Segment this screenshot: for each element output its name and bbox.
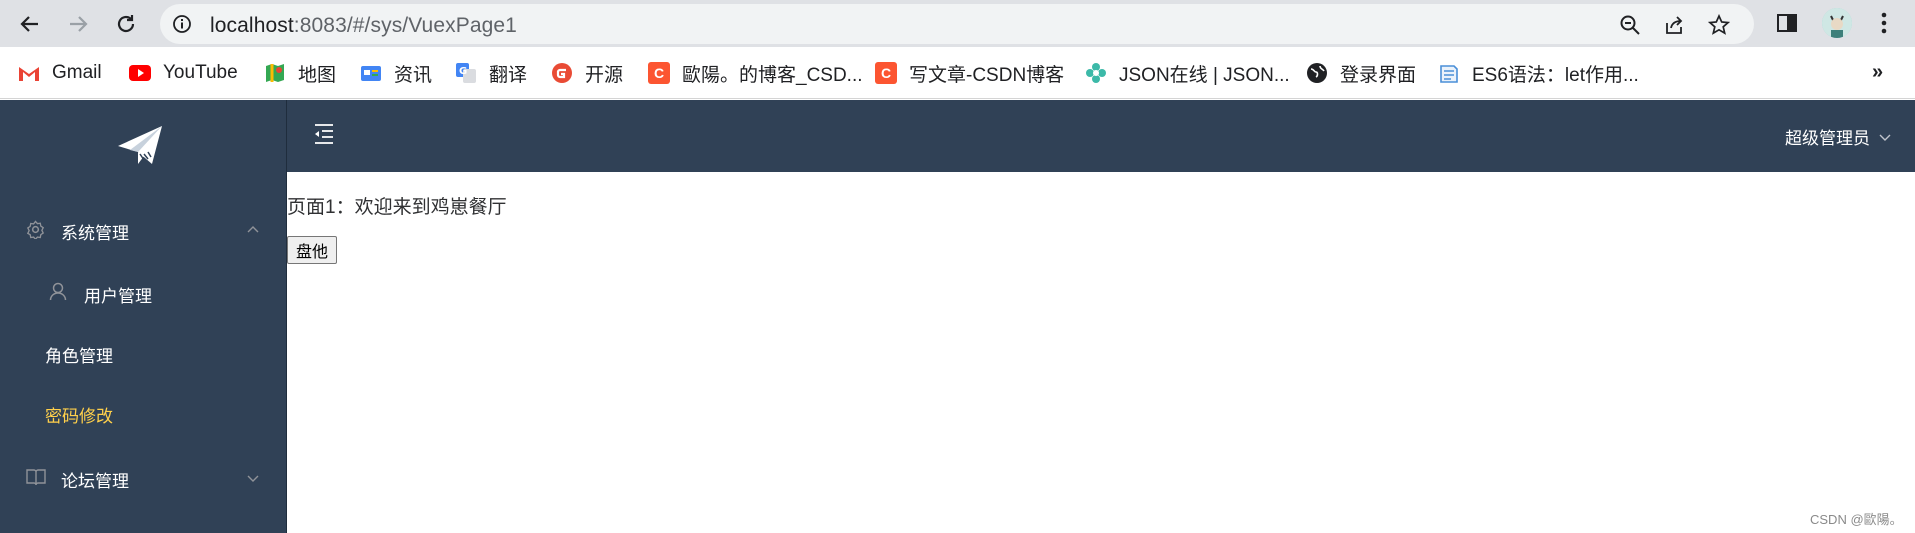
json-icon — [1085, 62, 1107, 84]
bookmark-label: Gmail — [52, 62, 102, 83]
bookmark-gitee[interactable]: 开源 — [551, 60, 623, 86]
sidebar-item-label: 用户管理 — [84, 287, 152, 306]
pan-button[interactable]: 盘他 — [287, 236, 338, 264]
chevron-down-icon[interactable] — [1879, 129, 1891, 147]
bookmark-label: ES6语法：let作用... — [1472, 64, 1639, 86]
translate-icon: G — [455, 62, 477, 84]
sidebar: 系统管理 用户管理 角色管理 密码修改 论坛管理 — [0, 100, 287, 533]
bookmark-youtube[interactable]: YouTube — [129, 60, 238, 86]
top-navbar: 超级管理员 — [287, 100, 1915, 172]
back-button[interactable] — [14, 8, 46, 40]
sidebar-item-label-active: 密码修改 — [45, 407, 113, 426]
csdn-icon: C — [875, 62, 897, 84]
url-path: :8083/#/sys/VuexPage1 — [293, 14, 517, 37]
profile-avatar[interactable] — [1822, 8, 1852, 38]
news-icon — [360, 62, 382, 84]
globe-icon — [1306, 62, 1328, 84]
sidebar-item-password-change[interactable]: 密码修改 — [0, 387, 287, 437]
sidebar-item-label: 角色管理 — [45, 347, 113, 366]
site-info-icon[interactable] — [172, 14, 192, 39]
bookmark-label: 资讯 — [394, 64, 433, 86]
browser-toolbar: localhost:8083/#/sys/VuexPage1 — [0, 0, 1915, 47]
bookmark-label: 翻译 — [489, 64, 528, 86]
address-bar[interactable]: localhost:8083/#/sys/VuexPage1 — [160, 4, 1754, 44]
bookmark-label: YouTube — [163, 62, 238, 83]
sidebar-item-user-management[interactable]: 用户管理 — [0, 267, 287, 317]
reload-icon — [117, 15, 135, 33]
url-host: localhost — [210, 14, 294, 37]
bookmark-label: JSON在线 | JSON... — [1119, 64, 1290, 86]
bookmark-label: 登录界面 — [1340, 64, 1417, 86]
menu-label: 论坛管理 — [61, 472, 129, 491]
user-dropdown-label[interactable]: 超级管理员 — [1785, 124, 1870, 149]
menu-kebab-icon[interactable] — [1870, 9, 1898, 37]
bookmark-translate[interactable]: G 翻译 — [455, 60, 527, 86]
chevron-up-icon — [246, 222, 260, 242]
book-icon — [26, 468, 46, 491]
reload-button[interactable] — [110, 8, 142, 40]
bookmark-es6[interactable]: ES6语法：let作用... — [1438, 60, 1639, 86]
bookmark-star-icon[interactable] — [1707, 13, 1731, 37]
chevron-down-icon — [246, 470, 260, 490]
welcome-text: 页面1：欢迎来到鸡崽餐厅 — [287, 197, 507, 218]
bookmarks-bar: Gmail YouTube 地图 资讯 G 翻译 开源 C 歐陽。的博客_CSD.… — [0, 47, 1915, 99]
bookmark-json[interactable]: JSON在线 | JSON... — [1085, 60, 1290, 86]
youtube-icon — [129, 62, 151, 84]
bookmark-csdn-write[interactable]: C 写文章-CSDN博客 — [875, 60, 1064, 86]
share-icon[interactable] — [1662, 13, 1686, 37]
logo-paper-plane-icon — [116, 124, 164, 173]
bookmark-label: 写文章-CSDN博客 — [909, 64, 1065, 86]
gmail-icon — [18, 62, 40, 84]
url-text[interactable]: localhost:8083/#/sys/VuexPage1 — [210, 14, 517, 38]
bookmark-label: 歐陽。的博客_CSD... — [682, 64, 863, 86]
menu-forum-management[interactable]: 论坛管理 — [0, 449, 287, 505]
forward-button[interactable] — [62, 8, 94, 40]
user-icon — [49, 282, 67, 306]
maps-icon — [264, 62, 286, 84]
main-content: 页面1：欢迎来到鸡崽餐厅 盘他 CSDN @歐陽。 — [287, 172, 1915, 533]
menu-label: 系统管理 — [61, 224, 129, 243]
bookmark-news[interactable]: 资讯 — [360, 60, 432, 86]
forward-arrow-icon — [70, 16, 88, 32]
bookmark-label: 开源 — [585, 64, 624, 86]
bookmark-gmail[interactable]: Gmail — [18, 60, 102, 86]
collapse-menu-icon[interactable] — [311, 122, 335, 151]
app-root: 系统管理 用户管理 角色管理 密码修改 论坛管理 超级管理员 页面1：欢迎来到鸡… — [0, 100, 1915, 533]
gear-icon — [26, 220, 45, 244]
sidebar-item-role-management[interactable]: 角色管理 — [0, 327, 287, 377]
gitee-icon — [551, 62, 573, 84]
zoom-icon[interactable] — [1618, 13, 1642, 37]
bookmark-maps[interactable]: 地图 — [264, 60, 336, 86]
back-arrow-icon — [20, 16, 38, 32]
csdn-icon: C — [648, 62, 670, 84]
bookmark-label: 地图 — [298, 64, 337, 86]
bookmark-login[interactable]: 登录界面 — [1306, 60, 1416, 86]
doc-icon — [1438, 62, 1460, 84]
side-panel-icon[interactable] — [1773, 9, 1801, 37]
bookmarks-overflow-button[interactable]: » — [1872, 61, 1883, 84]
menu-system-management[interactable]: 系统管理 — [0, 201, 287, 257]
csdn-watermark: CSDN @歐陽。 — [1810, 512, 1903, 527]
bookmark-csdn-blog[interactable]: C 歐陽。的博客_CSD... — [648, 60, 863, 86]
svg-text:G: G — [459, 66, 467, 77]
